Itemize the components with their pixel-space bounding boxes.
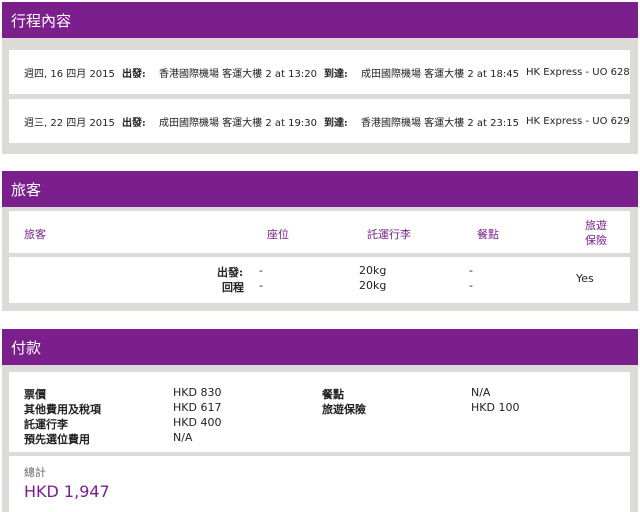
row-return-baggage: 20kg (359, 279, 387, 292)
meal-value: N/A (471, 386, 491, 399)
col-passenger: 旅客 (24, 228, 46, 241)
itinerary-section: 行程內容 週四, 16 四月 2015 出發: 香港國際機場 客運大樓 2 at… (2, 2, 638, 154)
seat-selection-value: N/A (173, 431, 193, 444)
fare-value: HKD 830 (173, 386, 222, 399)
insurance-value: Yes (576, 272, 594, 285)
insurance-label: 旅遊保險 (322, 403, 366, 416)
flight-date: 週三, 22 四月 2015 (24, 117, 115, 129)
airline-flight: HK Express - UO 628 (526, 66, 630, 78)
row-outbound-seat: - (259, 264, 263, 277)
fare-label: 票價 (24, 388, 46, 401)
total-value: HKD 1,947 (24, 482, 110, 501)
depart-label: 出發: (122, 68, 146, 80)
itinerary-header: 行程內容 (2, 2, 638, 38)
col-insurance-line2: 保險 (585, 234, 607, 247)
passengers-header: 旅客 (2, 171, 638, 207)
payment-header: 付款 (2, 329, 638, 365)
payment-title: 付款 (11, 338, 42, 357)
fees-taxes-value: HKD 617 (173, 401, 222, 414)
row-return-meal: - (469, 279, 473, 292)
arrive-label: 到達: (324, 117, 348, 129)
depart-info: 成田國際機場 客運大樓 2 at 19:30 (159, 117, 317, 129)
depart-info: 香港國際機場 客運大樓 2 at 13:20 (159, 68, 317, 80)
arrive-info: 成田國際機場 客運大樓 2 at 18:45 (361, 68, 519, 80)
col-baggage: 託運行李 (367, 228, 411, 241)
payment-section: 付款 票價 HKD 830 其他費用及稅項 HKD 617 託運行李 HKD 4… (2, 329, 638, 512)
total-label: 總計 (24, 466, 46, 479)
passengers-title: 旅客 (11, 180, 42, 199)
passengers-section: 旅客 旅客 座位 託運行李 餐點 旅遊 保險 出發: - 20kg - 回程 -… (2, 171, 638, 311)
col-seat: 座位 (267, 228, 289, 241)
payment-total: 總計 HKD 1,947 (9, 456, 630, 512)
airline-flight: HK Express - UO 629 (526, 115, 630, 127)
baggage-fee-value: HKD 400 (173, 416, 222, 429)
payment-breakdown: 票價 HKD 830 其他費用及稅項 HKD 617 託運行李 HKD 400 … (9, 372, 630, 452)
row-outbound-baggage: 20kg (359, 264, 387, 277)
fees-taxes-label: 其他費用及稅項 (24, 403, 101, 416)
insurance-fee-value: HKD 100 (471, 401, 520, 414)
flight-date: 週四, 16 四月 2015 (24, 68, 115, 80)
row-outbound-meal: - (469, 264, 473, 277)
baggage-fee-label: 託運行李 (24, 418, 68, 431)
seat-selection-label: 預先選位費用 (24, 433, 90, 446)
passengers-table-body: 出發: - 20kg - 回程 - 20kg - Yes (9, 257, 630, 303)
flight-row-return: 週三, 22 四月 2015 出發: 成田國際機場 客運大樓 2 at 19:3… (9, 99, 630, 143)
row-outbound-label: 出發: (217, 266, 244, 279)
row-return-seat: - (259, 279, 263, 292)
row-return-label: 回程 (222, 281, 244, 294)
col-meal: 餐點 (477, 228, 499, 241)
passengers-table-header: 旅客 座位 託運行李 餐點 旅遊 保險 (9, 211, 630, 253)
flight-row-outbound: 週四, 16 四月 2015 出發: 香港國際機場 客運大樓 2 at 13:2… (9, 50, 630, 94)
arrive-label: 到達: (324, 68, 348, 80)
itinerary-title: 行程內容 (11, 11, 72, 30)
meal-label: 餐點 (322, 388, 344, 401)
arrive-info: 香港國際機場 客運大樓 2 at 23:15 (361, 117, 519, 129)
col-insurance-line1: 旅遊 (585, 219, 607, 232)
depart-label: 出發: (122, 117, 146, 129)
